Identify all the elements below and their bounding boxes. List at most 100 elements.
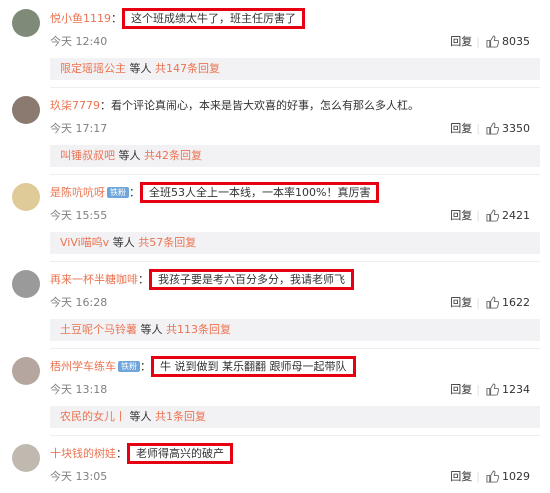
comment-username[interactable]: 梧州学车练车	[50, 360, 116, 373]
avatar-image	[12, 444, 40, 472]
like-button[interactable]: 2421	[486, 209, 530, 222]
comment-header: 再来一杯半糖咖啡： 我孩子要是考六百分多分，我请老师飞	[50, 269, 540, 290]
comment-text: 我孩子要是考六百分多分，我请老师飞	[149, 269, 354, 290]
comment-username[interactable]: 悦小鱼1119	[50, 12, 111, 25]
colon: ：	[111, 12, 122, 25]
reply-button[interactable]: 回复	[450, 209, 472, 222]
like-count: 2421	[502, 209, 530, 222]
reply-username[interactable]: 叫锤叔叔吧	[60, 149, 115, 162]
avatar[interactable]	[12, 9, 40, 37]
thumb-up-icon	[486, 470, 499, 483]
like-count: 1234	[502, 383, 530, 396]
comment-text: 老师得高兴的破产	[127, 443, 233, 464]
divider	[50, 87, 540, 88]
reply-count-link[interactable]: 共57条回复	[138, 236, 196, 249]
reply-summary[interactable]: 农民的女儿丨 等人 共1条回复	[50, 406, 540, 428]
comment-time: 今天 16:28	[50, 296, 108, 309]
reply-button[interactable]: 回复	[450, 470, 472, 483]
reply-button[interactable]: 回复	[450, 35, 472, 48]
like-button[interactable]: 8035	[486, 35, 530, 48]
comment-header: 梧州学车练车 铁粉：牛 说到做到 某乐翻翻 跟师母一起带队	[50, 356, 540, 377]
comment-time: 今天 13:18	[50, 383, 108, 396]
avatar-image	[12, 183, 40, 211]
comment-username[interactable]: 十块钱的树娃	[50, 447, 116, 460]
comment-username[interactable]: 是陈吭吭呀	[50, 186, 105, 199]
avatar[interactable]	[12, 183, 40, 211]
reply-others-text: 等人	[126, 62, 155, 75]
reply-summary[interactable]: ViVi喵呜v 等人 共57条回复	[50, 232, 540, 254]
divider	[50, 435, 540, 436]
comment-actions: 回复 | 1622	[450, 294, 530, 310]
fan-badge[interactable]: 铁粉	[118, 361, 140, 372]
reply-username[interactable]: 土豆呢个马铃薯	[60, 323, 137, 336]
like-button[interactable]: 1029	[486, 470, 530, 483]
comment-meta: 今天 12:40 回复 | 8035	[50, 33, 530, 49]
comment-header: 是陈吭吭呀 铁粉：全班53人全上一本线，一本率100%！真厉害	[50, 182, 540, 203]
colon: ：	[138, 273, 149, 286]
action-separator: |	[476, 296, 480, 309]
reply-count-link[interactable]: 共1条回复	[155, 410, 206, 423]
thumb-up-icon	[486, 383, 499, 396]
comment-actions: 回复 | 3350	[450, 120, 530, 136]
reply-button[interactable]: 回复	[450, 383, 472, 396]
reply-button[interactable]: 回复	[450, 122, 472, 135]
action-separator: |	[476, 35, 480, 48]
thumb-up-icon	[486, 35, 499, 48]
reply-others-text: 等人	[126, 410, 155, 423]
like-count: 1029	[502, 470, 530, 483]
comment-text: 牛 说到做到 某乐翻翻 跟师母一起带队	[151, 356, 356, 377]
reply-button[interactable]: 回复	[450, 296, 472, 309]
comment-actions: 回复 | 8035	[450, 33, 530, 49]
like-button[interactable]: 3350	[486, 122, 530, 135]
avatar[interactable]	[12, 357, 40, 385]
like-button[interactable]: 1234	[486, 383, 530, 396]
comment-time: 今天 13:05	[50, 470, 108, 483]
comment-text: 这个班成绩太牛了，班主任厉害了	[122, 8, 305, 29]
thumb-up-icon	[486, 209, 499, 222]
avatar[interactable]	[12, 444, 40, 472]
like-count: 3350	[502, 122, 530, 135]
avatar[interactable]	[12, 270, 40, 298]
reply-username[interactable]: ViVi喵呜v	[60, 236, 109, 249]
like-count: 1622	[502, 296, 530, 309]
avatar-image	[12, 270, 40, 298]
thumb-up-icon	[486, 296, 499, 309]
reply-others-text: 等人	[137, 323, 166, 336]
avatar-image	[12, 96, 40, 124]
reply-username[interactable]: 农民的女儿丨	[60, 410, 126, 423]
comment-header: 十块钱的树娃： 老师得高兴的破产	[50, 443, 540, 464]
comment-username[interactable]: 玖柒7779	[50, 99, 100, 112]
comment-actions: 回复 | 1029	[450, 468, 530, 484]
thumb-up-icon	[486, 122, 499, 135]
avatar-image	[12, 9, 40, 37]
reply-summary[interactable]: 叫锤叔叔吧 等人 共42条回复	[50, 145, 540, 167]
comment-list: 悦小鱼1119： 这个班成绩太牛了，班主任厉害了 今天 12:40 回复 | 8035…	[0, 0, 550, 493]
reply-others-text: 等人	[109, 236, 139, 249]
comment-meta: 今天 13:18 回复 | 1234	[50, 381, 530, 397]
comment-actions: 回复 | 2421	[450, 207, 530, 223]
avatar[interactable]	[12, 96, 40, 124]
comment-username[interactable]: 再来一杯半糖咖啡	[50, 273, 138, 286]
colon: ：	[116, 447, 127, 460]
reply-summary[interactable]: 限定瑶瑶公主 等人 共147条回复	[50, 58, 540, 80]
action-separator: |	[476, 122, 480, 135]
comment-header: 悦小鱼1119： 这个班成绩太牛了，班主任厉害了	[50, 8, 540, 29]
comment-text: 全班53人全上一本线，一本率100%！真厉害	[140, 182, 380, 203]
like-button[interactable]: 1622	[486, 296, 530, 309]
like-count: 8035	[502, 35, 530, 48]
avatar-image	[12, 357, 40, 385]
reply-count-link[interactable]: 共42条回复	[144, 149, 202, 162]
reply-username[interactable]: 限定瑶瑶公主	[60, 62, 126, 75]
comment-actions: 回复 | 1234	[450, 381, 530, 397]
fan-badge[interactable]: 铁粉	[107, 187, 129, 198]
comment-meta: 今天 15:55 回复 | 2421	[50, 207, 530, 223]
reply-count-link[interactable]: 共113条回复	[166, 323, 231, 336]
action-separator: |	[476, 209, 480, 222]
reply-count-link[interactable]: 共147条回复	[155, 62, 220, 75]
divider	[50, 261, 540, 262]
comment-header: 玖柒7779：看个评论真闹心，本来是皆大欢喜的好事，怎么有那么多人杠。	[50, 97, 540, 115]
reply-summary[interactable]: 土豆呢个马铃薯 等人 共113条回复	[50, 319, 540, 341]
comment-time: 今天 12:40	[50, 35, 108, 48]
comment-meta: 今天 17:17 回复 | 3350	[50, 120, 530, 136]
action-separator: |	[476, 470, 480, 483]
